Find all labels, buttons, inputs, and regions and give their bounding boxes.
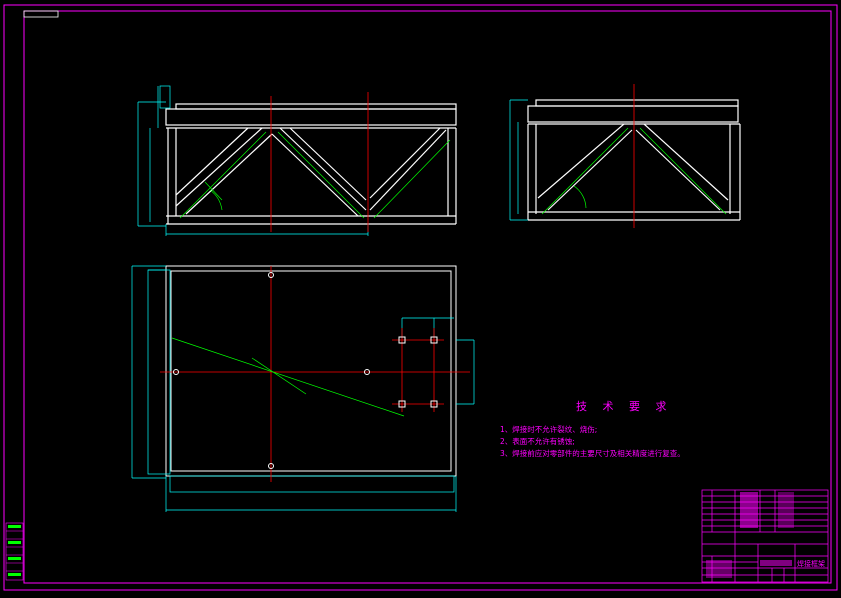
drawing-name: 焊接框架 xyxy=(797,560,825,568)
corner-box xyxy=(23,10,59,18)
requirement-item-1: 1、焊接时不允许裂纹、烧伤; xyxy=(500,425,598,434)
cad-drawing-canvas xyxy=(3,4,838,591)
requirement-item-3: 3、焊接前应对零部件的主要尺寸及相关精度进行复查。 xyxy=(500,449,685,458)
left-margin-block xyxy=(5,522,24,581)
drawing-sheet: 技 术 要 求 1、焊接时不允许裂纹、烧伤; 2、表面不允许有锈蚀; 3、焊接前… xyxy=(0,0,841,594)
requirement-item-2: 2、表面不允许有锈蚀; xyxy=(500,437,575,446)
inner-frame xyxy=(23,10,832,584)
front-view xyxy=(137,85,457,236)
side-view xyxy=(509,84,741,228)
top-view xyxy=(131,265,475,512)
technical-requirements-title: 技 术 要 求 xyxy=(576,400,673,413)
